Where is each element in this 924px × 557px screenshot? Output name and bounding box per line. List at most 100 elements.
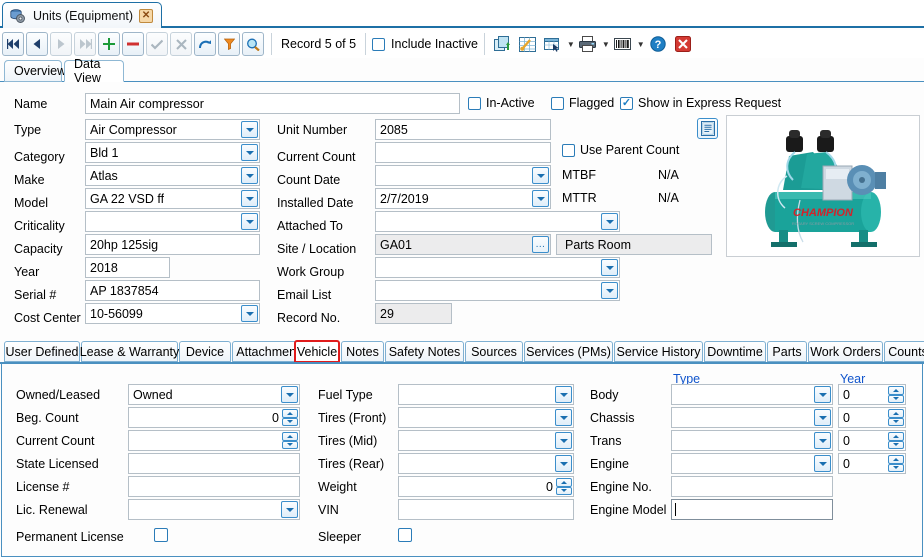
checkbox-show-in-express-request[interactable]: Show in Express Request (620, 96, 781, 110)
checkbox-sleeper[interactable] (398, 528, 412, 542)
notes-icon[interactable] (697, 118, 718, 139)
in-active-box[interactable] (468, 96, 481, 110)
criticality-chevron-down-icon[interactable] (241, 213, 258, 230)
beg-count-stepper[interactable] (282, 409, 298, 426)
field-attached-to[interactable] (375, 211, 620, 232)
make-chevron-down-icon[interactable] (241, 167, 258, 184)
field-body-type[interactable] (671, 384, 833, 405)
field-chassis-type[interactable] (671, 407, 833, 428)
last-record-button[interactable] (74, 32, 96, 56)
field-criticality[interactable] (85, 211, 260, 232)
weight-stepper[interactable] (556, 478, 572, 495)
field-serial-number[interactable]: AP 1837854 (85, 280, 260, 301)
barcode-chevron-down-icon[interactable]: ▼ (637, 40, 645, 49)
refresh-button[interactable] (194, 32, 216, 56)
grid-select-icon[interactable] (541, 32, 565, 56)
attached-to-chevron-down-icon[interactable] (601, 213, 618, 230)
use-parent-count-box[interactable] (562, 143, 575, 157)
barcode-icon[interactable] (611, 32, 635, 56)
tab-downtime[interactable]: Downtime (704, 341, 766, 362)
cost-center-chevron-down-icon[interactable] (241, 305, 258, 322)
field-engine-model[interactable] (671, 499, 833, 520)
field-state-licensed[interactable] (128, 453, 300, 474)
tab-service-history[interactable]: Service History (614, 341, 703, 362)
trans-type-chevron-down-icon[interactable] (814, 432, 831, 449)
tab-work-orders[interactable]: Work Orders (808, 341, 883, 362)
field-model[interactable]: GA 22 VSD ff (85, 188, 260, 209)
tab-counts[interactable]: Counts (884, 341, 924, 362)
checkbox-permanent-license[interactable] (154, 528, 168, 542)
field-weight[interactable]: 0 (398, 476, 574, 497)
field-lic-renewal[interactable] (128, 499, 300, 520)
checkbox-in-active[interactable]: In-Active (468, 96, 535, 110)
filter-button[interactable] (218, 32, 240, 56)
field-beg-count[interactable]: 0 (128, 407, 300, 428)
owned-leased-chevron-down-icon[interactable] (281, 386, 298, 403)
tab-device[interactable]: Device (179, 341, 231, 362)
field-vehicle-current-count[interactable] (128, 430, 300, 451)
trans-year-stepper[interactable] (888, 432, 904, 449)
tab-lease-warranty[interactable]: Lease & Warranty (80, 341, 179, 362)
checkbox-flagged[interactable]: Flagged (551, 96, 614, 110)
show-in-express-request-box[interactable] (620, 96, 633, 110)
tab-user-defined[interactable]: User Defined (4, 341, 80, 362)
site-location-browse-icon[interactable]: … (532, 236, 549, 253)
field-unit-number[interactable]: 2085 (375, 119, 551, 140)
field-count-date[interactable] (375, 165, 551, 186)
field-work-group[interactable] (375, 257, 620, 278)
body-type-chevron-down-icon[interactable] (814, 386, 831, 403)
field-capacity[interactable]: 20hp 125sig (85, 234, 260, 255)
grid-tools-icon[interactable] (516, 32, 540, 56)
email-list-chevron-down-icon[interactable] (601, 282, 618, 299)
flagged-box[interactable] (551, 96, 564, 110)
tab-safety-notes[interactable]: Safety Notes (385, 341, 464, 362)
tires-front-chevron-down-icon[interactable] (555, 409, 572, 426)
field-tires-rear[interactable] (398, 453, 574, 474)
vehicle-current-count-stepper[interactable] (282, 432, 298, 449)
chassis-type-chevron-down-icon[interactable] (814, 409, 831, 426)
field-fuel-type[interactable] (398, 384, 574, 405)
field-license-number[interactable] (128, 476, 300, 497)
print-chevron-down-icon[interactable]: ▼ (602, 40, 610, 49)
find-button[interactable] (242, 32, 264, 56)
field-owned-leased[interactable]: Owned (128, 384, 300, 405)
field-cost-center[interactable]: 10-56099 (85, 303, 260, 324)
work-group-chevron-down-icon[interactable] (601, 259, 618, 276)
lic-renewal-chevron-down-icon[interactable] (281, 501, 298, 518)
tires-rear-chevron-down-icon[interactable] (555, 455, 572, 472)
previous-record-button[interactable] (26, 32, 48, 56)
tab-data-view[interactable]: Data View (64, 57, 124, 85)
field-engine-type[interactable] (671, 453, 833, 474)
field-engine-no[interactable] (671, 476, 833, 497)
print-icon[interactable] (576, 32, 600, 56)
include-inactive-box[interactable] (372, 37, 386, 51)
tires-mid-chevron-down-icon[interactable] (555, 432, 572, 449)
checkbox-use-parent-count[interactable]: Use Parent Count (562, 143, 679, 157)
field-make[interactable]: Atlas (85, 165, 260, 186)
field-category[interactable]: Bld 1 (85, 142, 260, 163)
engine-type-chevron-down-icon[interactable] (814, 455, 831, 472)
cancel-edit-button[interactable] (170, 32, 192, 56)
field-tires-front[interactable] (398, 407, 574, 428)
model-chevron-down-icon[interactable] (241, 190, 258, 207)
include-inactive-checkbox[interactable]: Include Inactive (372, 37, 478, 51)
field-installed-date[interactable]: 2/7/2019 (375, 188, 551, 209)
field-chassis-year[interactable]: 0 (838, 407, 906, 428)
field-trans-type[interactable] (671, 430, 833, 451)
close-window-icon[interactable] (671, 32, 695, 56)
tab-parts[interactable]: Parts (767, 341, 807, 362)
count-date-chevron-down-icon[interactable] (532, 167, 549, 184)
installed-date-chevron-down-icon[interactable] (532, 190, 549, 207)
type-chevron-down-icon[interactable] (241, 121, 258, 138)
field-site-location[interactable]: GA01 … (375, 234, 551, 255)
next-record-button[interactable] (50, 32, 72, 56)
tab-overview[interactable]: Overview (4, 60, 66, 82)
field-trans-year[interactable]: 0 (838, 430, 906, 451)
tab-sources[interactable]: Sources (465, 341, 523, 362)
add-record-button[interactable] (98, 32, 120, 56)
field-year[interactable]: 2018 (85, 257, 170, 278)
delete-record-button[interactable] (122, 32, 144, 56)
field-vin[interactable] (398, 499, 574, 520)
body-year-stepper[interactable] (888, 386, 904, 403)
field-body-year[interactable]: 0 (838, 384, 906, 405)
